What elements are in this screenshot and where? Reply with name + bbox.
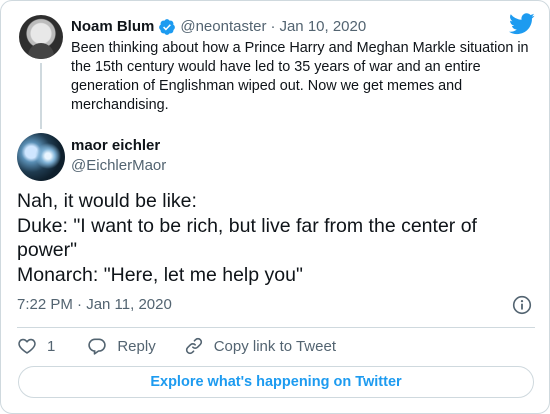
tweet-actions: 1 Reply Copy link to Tweet <box>17 335 364 357</box>
author-name[interactable]: maor eichler <box>71 136 160 156</box>
parent-tweet-text: Been thinking about how a Prince Harry a… <box>71 40 529 113</box>
author-avatar[interactable] <box>17 133 65 181</box>
reply-bubble-icon <box>88 338 107 355</box>
twitter-bird-icon[interactable] <box>509 13 535 35</box>
parent-tweet-header: Noam Blum @neontaster · Jan 10, 2020 <box>71 17 366 37</box>
reply-button[interactable]: Reply <box>87 336 156 356</box>
parent-author-name[interactable]: Noam Blum <box>71 17 154 37</box>
reply-label: Reply <box>117 337 156 355</box>
author-handle[interactable]: @EichlerMaor <box>71 156 166 176</box>
info-icon[interactable] <box>512 295 532 315</box>
explore-twitter-button[interactable]: Explore what's happening on Twitter <box>18 366 534 398</box>
tweet-line: Nah, it would be like: <box>17 190 197 212</box>
action-divider <box>17 327 535 328</box>
like-count: 1 <box>47 337 56 355</box>
link-icon <box>185 337 202 355</box>
tweet-line: Duke: "I want to be rich, but live far f… <box>17 214 477 262</box>
tweet-timestamp[interactable]: 7:22 PM · Jan 11, 2020 <box>17 295 172 315</box>
tweet-text: Nah, it would be like: Duke: "I want to … <box>17 189 537 287</box>
heart-icon <box>18 338 36 354</box>
copy-link-button[interactable]: Copy link to Tweet <box>184 336 336 356</box>
embedded-tweet-card: Noam Blum @neontaster · Jan 10, 2020 Bee… <box>0 0 550 414</box>
parent-avatar[interactable] <box>19 15 63 59</box>
parent-tweet-date[interactable]: Jan 10, 2020 <box>279 17 366 37</box>
verified-badge-icon <box>159 19 176 35</box>
like-button[interactable]: 1 <box>17 336 55 356</box>
thread-connector-line <box>40 63 42 129</box>
parent-author-handle[interactable]: @neontaster <box>180 17 266 37</box>
copy-link-label: Copy link to Tweet <box>213 337 336 355</box>
tweet-line: Monarch: "Here, let me help you" <box>17 263 303 286</box>
header-separator: · <box>270 18 276 35</box>
